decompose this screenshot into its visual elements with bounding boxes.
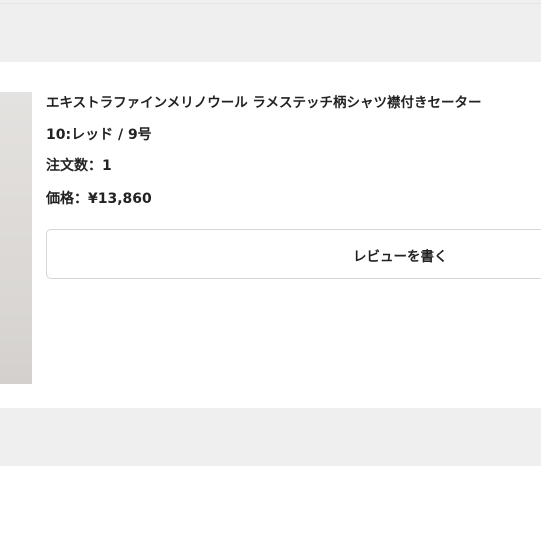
bottom-spacer-band [0,408,541,466]
product-name[interactable]: エキストラファインメリノウール ラメステッチ柄シャツ襟付きセーター [46,93,541,113]
top-divider [0,3,541,4]
order-item-card: エキストラファインメリノウール ラメステッチ柄シャツ襟付きセーター 10:レッド… [0,62,541,408]
write-review-button[interactable]: レビューを書く [46,229,541,279]
order-item-details: エキストラファインメリノウール ラメステッチ柄シャツ襟付きセーター 10:レッド… [46,92,541,209]
order-quantity: 注文数：1 [46,158,112,174]
footer-blank-area [0,466,541,541]
product-thumbnail[interactable] [0,92,32,384]
write-review-label: レビューを書く [353,249,448,265]
product-price: 価格：¥13,860 [46,191,152,207]
product-variant: 10:レッド / 9号 [46,127,152,143]
top-spacer-band [0,0,541,62]
